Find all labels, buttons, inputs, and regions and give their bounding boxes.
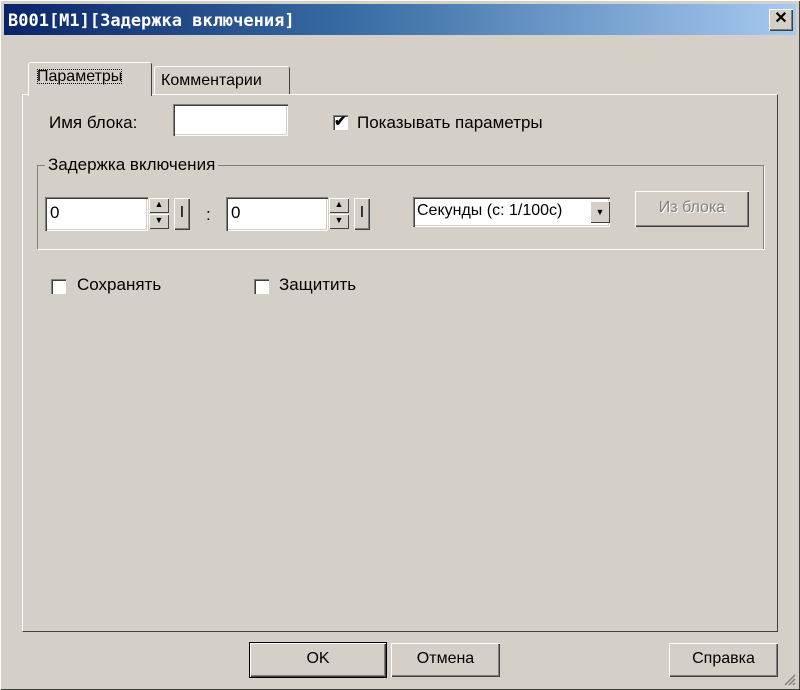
chevron-down-icon: ▼ (595, 207, 605, 217)
spin-down-icon: ▼ (334, 215, 344, 225)
delay-separator: : (206, 205, 211, 224)
tab-comments-label: Комментарии (161, 72, 262, 89)
close-icon: ✕ (774, 10, 788, 27)
units-select[interactable]: Секунды (с: 1/100с) (413, 197, 610, 227)
checkmark-icon: ✔ (334, 113, 347, 130)
from-block-button[interactable]: Из блока (635, 191, 749, 227)
save-label: Сохранять (77, 275, 162, 294)
delay-field-2-value: 0 (231, 203, 241, 222)
delay-field-1-i-button[interactable]: I (174, 198, 190, 230)
units-select-value: Секунды (с: 1/100с) (417, 202, 563, 219)
dialog-window: B001[M1][Задержка включения] ✕ Параметры… (0, 0, 800, 690)
resize-grip-icon[interactable] (782, 672, 796, 686)
protect-label: Защитить (279, 275, 357, 294)
delay-field-2-spin-up[interactable]: ▲ (329, 198, 349, 213)
tab-panel: Имя блока: ✔ Показывать параметры Задерж… (22, 94, 778, 632)
delay-field-2-i-button[interactable]: I (354, 198, 370, 230)
delay-field-2-i-label: I (359, 204, 365, 221)
spin-up-icon: ▲ (154, 199, 164, 209)
spin-up-icon: ▲ (334, 199, 344, 209)
show-params-label: Показывать параметры (357, 113, 543, 132)
delay-field-1-spin-down[interactable]: ▼ (149, 214, 169, 229)
tab-parameters[interactable]: Параметры (28, 62, 152, 96)
block-name-label: Имя блока: (49, 113, 138, 132)
delay-field-2-spin-down[interactable]: ▼ (329, 214, 349, 229)
block-name-input[interactable] (173, 104, 288, 136)
delay-field-1-value: 0 (50, 203, 60, 222)
delay-field-1[interactable]: 0 (45, 197, 148, 231)
delay-field-1-spin-up[interactable]: ▲ (149, 198, 169, 213)
close-button[interactable]: ✕ (769, 9, 793, 31)
tab-parameters-label: Параметры (37, 68, 123, 85)
delay-group-title: Задержка включения (45, 155, 219, 175)
spin-down-icon: ▼ (154, 215, 164, 225)
tab-comments[interactable]: Комментарии (154, 66, 290, 96)
help-button[interactable]: Справка (669, 643, 778, 677)
delay-field-1-i-label: I (179, 204, 185, 221)
units-dropdown-button[interactable]: ▼ (590, 201, 610, 223)
delay-field-2[interactable]: 0 (226, 197, 328, 231)
show-params-checkbox[interactable]: ✔ (333, 113, 348, 130)
protect-checkbox[interactable] (254, 279, 269, 294)
window-title: B001[M1][Задержка включения] (8, 11, 295, 31)
cancel-button[interactable]: Отмена (391, 643, 500, 677)
ok-button[interactable]: OK (250, 643, 386, 677)
save-checkbox[interactable] (51, 279, 66, 294)
title-bar[interactable]: B001[M1][Задержка включения] ✕ (4, 4, 796, 35)
